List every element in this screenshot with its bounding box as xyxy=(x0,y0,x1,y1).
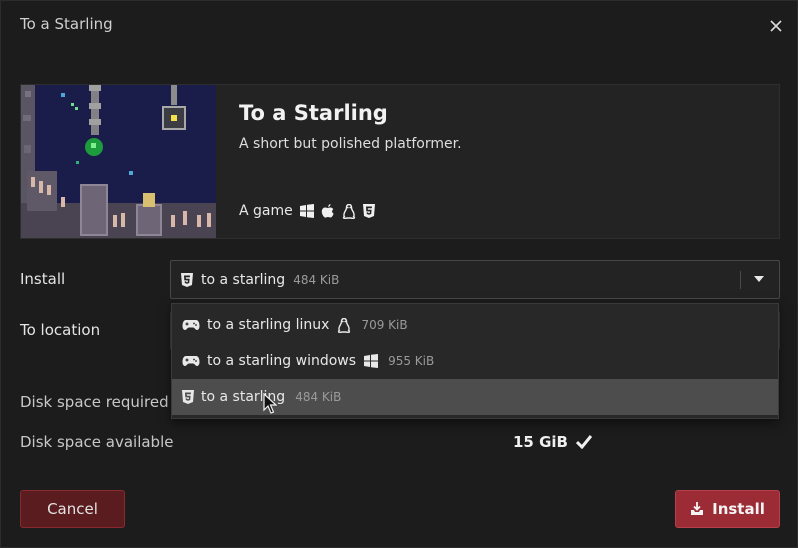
windows-icon xyxy=(299,204,314,218)
disk-available-value: 15 GiB xyxy=(513,433,592,451)
version-option-name: to a starling windows xyxy=(207,353,357,369)
html5-icon xyxy=(182,390,194,404)
game-banner: To a Starling A short but polished platf… xyxy=(20,84,780,239)
game-description: A short but polished platformer. xyxy=(239,136,462,152)
apple-icon xyxy=(321,203,334,218)
version-option-size: 955 KiB xyxy=(388,354,435,368)
selected-version-size: 484 KiB xyxy=(293,272,340,287)
gamepad-icon xyxy=(182,320,200,330)
location-label: To location xyxy=(20,321,101,339)
disk-required-label: Disk space required xyxy=(20,393,169,411)
install-dialog: To a Starling To a Starling A short but … xyxy=(0,0,798,548)
disk-available-label: Disk space available xyxy=(20,433,174,451)
disk-available-text: 15 GiB xyxy=(513,433,568,451)
version-option-windows[interactable]: to a starling windows 955 KiB xyxy=(172,343,778,379)
game-cover-image xyxy=(21,85,216,238)
selected-version-name: to a starling xyxy=(201,271,286,288)
html5-icon xyxy=(362,204,375,218)
linux-icon xyxy=(342,203,355,219)
install-version-select[interactable]: to a starling 484 KiB xyxy=(170,260,780,299)
checkmark-icon xyxy=(575,435,592,449)
chevron-down-icon[interactable] xyxy=(754,276,764,283)
version-option-linux[interactable]: to a starling linux 709 KiB xyxy=(172,307,778,343)
dialog-title: To a Starling xyxy=(20,15,113,33)
windows-icon xyxy=(364,354,379,368)
platform-icons xyxy=(299,203,382,219)
cancel-button[interactable]: Cancel xyxy=(20,490,125,528)
html5-icon xyxy=(181,272,193,287)
mouse-pointer-icon xyxy=(263,393,277,414)
download-tray-icon xyxy=(691,502,704,515)
game-title: To a Starling xyxy=(239,101,388,125)
linux-icon xyxy=(337,317,351,333)
version-option-name: to a starling linux xyxy=(207,317,330,333)
close-icon[interactable] xyxy=(767,17,785,35)
version-option-size: 709 KiB xyxy=(361,318,408,332)
game-kind-label: A game xyxy=(239,203,293,219)
gamepad-icon xyxy=(182,356,200,366)
select-divider xyxy=(740,271,741,289)
install-label: Install xyxy=(20,270,66,288)
install-button[interactable]: Install xyxy=(675,490,780,528)
version-option-size: 484 KiB xyxy=(295,390,342,404)
game-kind-row: A game xyxy=(239,203,382,219)
install-button-label: Install xyxy=(712,500,765,518)
